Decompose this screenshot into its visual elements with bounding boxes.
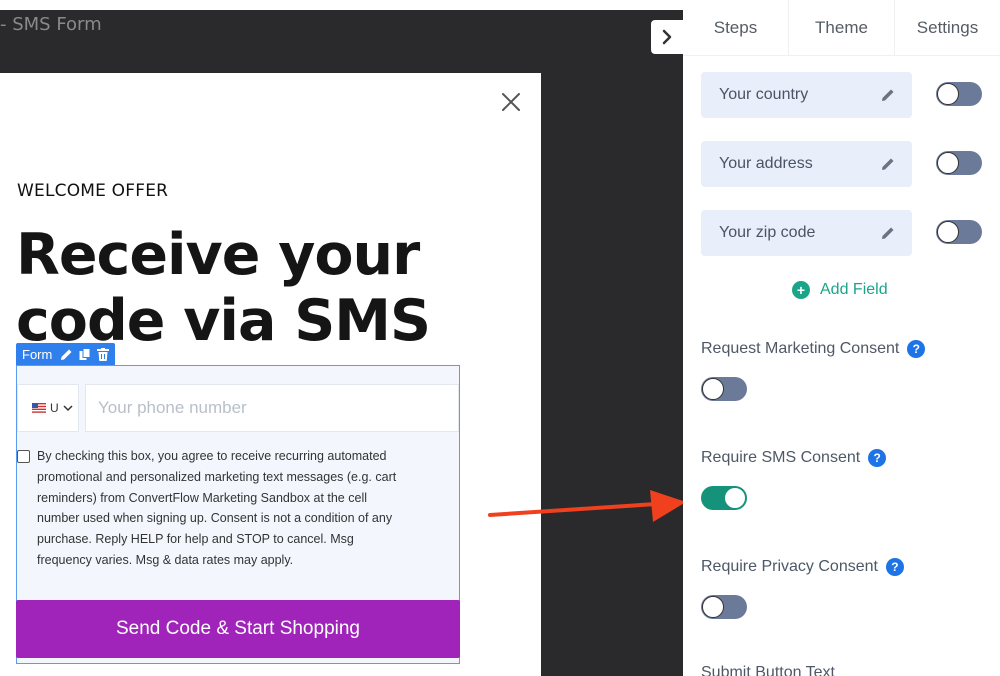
pencil-icon[interactable]	[60, 348, 73, 361]
sms-consent-checkbox[interactable]	[17, 450, 30, 463]
setting-label-text: Request Marketing Consent	[701, 340, 900, 357]
send-code-button[interactable]: Send Code & Start Shopping	[16, 600, 460, 658]
privacy-consent-label: Require Privacy Consent ?	[701, 558, 904, 576]
sms-consent-label: Require SMS Consent ?	[701, 449, 887, 467]
chevron-right-icon	[662, 29, 672, 45]
toggle-knob	[937, 83, 959, 105]
tab-settings[interactable]: Settings	[895, 0, 1000, 55]
editor-top-strip	[0, 0, 683, 10]
close-icon[interactable]	[501, 92, 521, 112]
popup-headline: Receive your code via SMS	[16, 222, 431, 354]
field-row-country[interactable]: Your country	[701, 72, 912, 118]
toggle-knob	[702, 378, 724, 400]
trash-icon[interactable]	[97, 347, 110, 361]
submit-button-text-label: Submit Button Text	[701, 664, 835, 676]
field-toggle-address[interactable]	[936, 151, 982, 175]
toggle-knob	[937, 152, 959, 174]
toggle-knob	[937, 221, 959, 243]
pencil-icon[interactable]	[880, 156, 896, 172]
country-code-value: U	[50, 401, 59, 415]
field-toggle-country[interactable]	[936, 82, 982, 106]
help-icon[interactable]: ?	[885, 558, 904, 576]
add-field-label: Add Field	[820, 281, 888, 298]
toggle-knob	[702, 596, 724, 618]
add-field-button[interactable]: + Add Field	[792, 281, 888, 299]
setting-label-text: Require SMS Consent	[701, 449, 861, 466]
privacy-consent-toggle[interactable]	[701, 595, 747, 619]
form-tag-label: Form	[22, 346, 53, 362]
collapse-panel-button[interactable]	[651, 20, 683, 54]
field-toggle-zip-code[interactable]	[936, 220, 982, 244]
field-label: Your address	[719, 155, 813, 172]
marketing-consent-label: Request Marketing Consent ?	[701, 340, 926, 358]
setting-label-text: Submit Button Text	[701, 664, 835, 676]
field-row-zip-code[interactable]: Your zip code	[701, 210, 912, 256]
sms-consent-toggle[interactable]	[701, 486, 747, 510]
tab-steps[interactable]: Steps	[683, 0, 789, 55]
setting-label-text: Require Privacy Consent	[701, 558, 878, 575]
popup-eyebrow: WELCOME OFFER	[17, 181, 169, 201]
phone-number-input[interactable]	[85, 384, 459, 432]
form-block-tag: Form	[16, 343, 116, 365]
country-code-select[interactable]: U	[17, 384, 79, 432]
pencil-icon[interactable]	[880, 225, 896, 241]
chevron-down-icon	[63, 404, 73, 411]
field-label: Your zip code	[719, 224, 816, 241]
panel-tabs: Steps Theme Settings	[683, 0, 1000, 56]
pencil-icon[interactable]	[880, 87, 896, 103]
help-icon[interactable]: ?	[907, 340, 926, 358]
help-icon[interactable]: ?	[868, 449, 887, 467]
field-label: Your country	[719, 86, 809, 103]
duplicate-icon[interactable]	[79, 347, 91, 361]
annotation-arrow	[488, 490, 686, 522]
field-row-address[interactable]: Your address	[701, 141, 912, 187]
plus-circle-icon: +	[792, 281, 810, 299]
sms-consent-text: By checking this box, you agree to recei…	[37, 449, 397, 567]
toggle-knob	[724, 487, 746, 509]
us-flag-icon	[32, 403, 46, 413]
tab-theme[interactable]: Theme	[789, 0, 895, 55]
marketing-consent-toggle[interactable]	[701, 377, 747, 401]
editor-title: - SMS Form	[0, 14, 102, 35]
